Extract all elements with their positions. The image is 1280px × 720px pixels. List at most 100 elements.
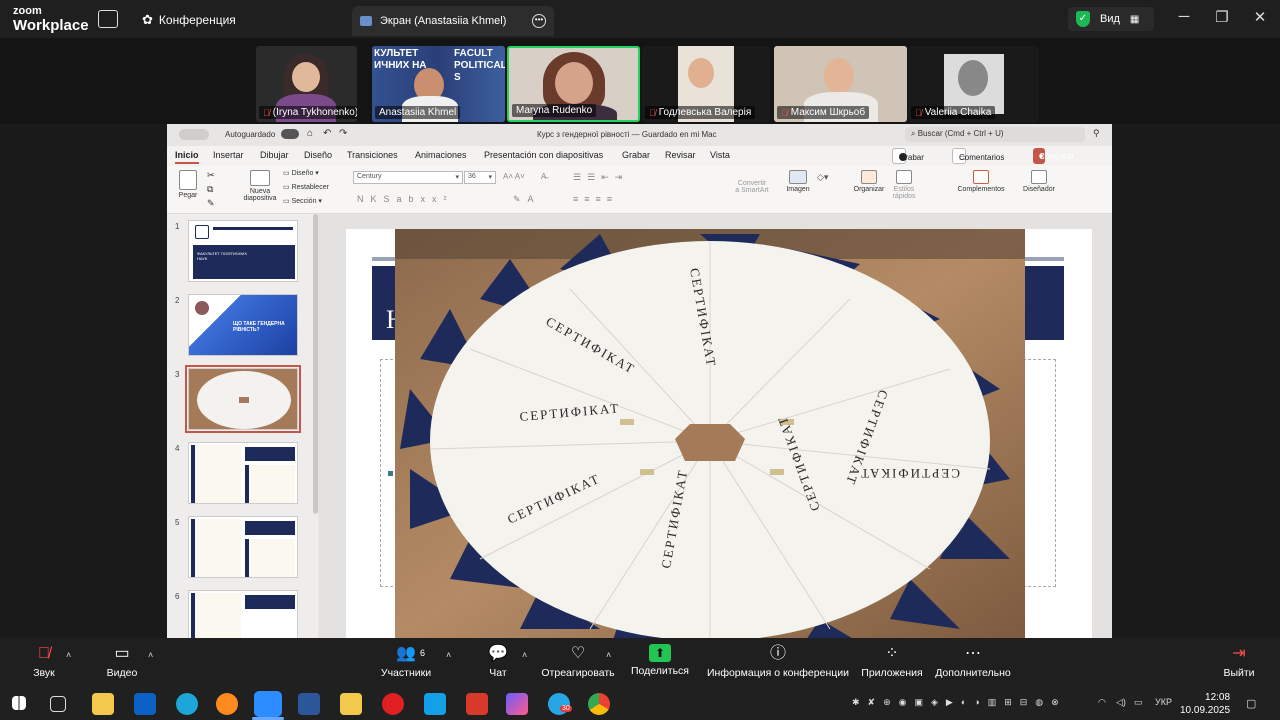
tray-icons[interactable]: ✱✘⊕◉▣◈▶◐◑▥⊞⊟◍⊗: [852, 697, 1067, 708]
chevron-up-icon[interactable]: ˄: [522, 650, 527, 660]
chevron-up-icon[interactable]: ˄: [148, 650, 153, 660]
restore-icon[interactable]: ❐: [1212, 8, 1232, 26]
font-size-select[interactable]: 36 ▾: [464, 171, 496, 184]
word-icon[interactable]: [298, 693, 320, 715]
conference-tab[interactable]: ✿ Конференция: [142, 12, 236, 28]
slide-thumbnail[interactable]: [188, 516, 298, 578]
text-format-icons[interactable]: NKSabxx²: [357, 194, 454, 204]
align-icons[interactable]: ≡≡≡≡: [573, 194, 618, 204]
record-button[interactable]: Grabar: [892, 148, 924, 164]
autosave-toggle[interactable]: [281, 129, 299, 139]
participant-tile-active-speaker[interactable]: Maryna Rudenko: [507, 46, 640, 122]
tab-revisar[interactable]: Revisar: [665, 150, 696, 160]
outlook-icon[interactable]: [134, 693, 156, 715]
tab-dibujar[interactable]: Dibujar: [260, 150, 289, 160]
task-view-icon[interactable]: [50, 696, 66, 712]
tab-presentacion[interactable]: Presentación con diapositivas: [484, 150, 603, 160]
redo-icon[interactable]: ↷: [339, 128, 347, 139]
opera-icon[interactable]: [382, 693, 404, 715]
minimize-icon[interactable]: ─: [1174, 8, 1194, 25]
image-button[interactable]: Imagen: [783, 170, 813, 193]
windows-start-icon[interactable]: [12, 696, 26, 710]
copy-icon[interactable]: ⧉: [207, 184, 213, 195]
slide-thumbnail[interactable]: [188, 442, 298, 504]
addins-button[interactable]: Complementos: [953, 170, 1009, 193]
tab-diseno[interactable]: Diseño: [304, 150, 332, 160]
tab-inicio[interactable]: Inicio: [175, 150, 199, 164]
clock[interactable]: 12:08 10.09.2025: [1180, 691, 1230, 717]
store-icon[interactable]: [92, 693, 114, 715]
slide-thumbnail[interactable]: [188, 590, 298, 638]
participant-tile[interactable]: 🎙̸ Максим Шкрьоб: [774, 46, 907, 122]
ribbon-tabs: Inicio Insertar Dibujar Diseño Transicio…: [167, 146, 1112, 166]
screen-share-tab[interactable]: Экран (Anastasiia Khmel) •••: [352, 6, 554, 36]
comments-button[interactable]: ▭ Comentarios: [952, 148, 1004, 164]
zoom-app-icon[interactable]: [254, 691, 282, 717]
search-box[interactable]: ⌕ Buscar (Cmd + Ctrl + U): [905, 127, 1085, 142]
leave-button[interactable]: ⇥ Выйти: [1222, 644, 1256, 679]
share-link-icon[interactable]: ⚲: [1093, 128, 1100, 139]
volume-icon[interactable]: ◁): [1116, 697, 1126, 708]
skype-icon[interactable]: [424, 693, 446, 715]
slide-thumbnail[interactable]: ЩО ТАКЕ ГЕНДЕРНА РІВНІСТЬ?: [188, 294, 298, 356]
video-button[interactable]: ▭ Видео: [104, 644, 140, 679]
apps-button[interactable]: ⁘ Приложения: [858, 644, 926, 679]
view-button[interactable]: ✓ Вид ▦: [1068, 7, 1154, 31]
font-grow-shrink-icons[interactable]: A˄ A˅: [503, 172, 525, 181]
chevron-up-icon[interactable]: ˄: [606, 650, 611, 660]
layout-button[interactable]: ▭ Diseño ▾: [283, 169, 319, 177]
reset-button[interactable]: ▭ Restablecer: [283, 183, 329, 191]
participant-tile[interactable]: 🎙̸ (Iryna Tykhonenko): [256, 46, 357, 122]
file-explorer-icon[interactable]: [340, 693, 362, 715]
tab-insertar[interactable]: Insertar: [213, 150, 244, 160]
chat-button[interactable]: 💬 Чат: [484, 644, 512, 679]
text-color-icons[interactable]: ✎A: [513, 194, 541, 205]
tab-vista[interactable]: Vista: [710, 150, 730, 160]
list-icons[interactable]: ☰☰⇤⇥: [573, 172, 628, 183]
cut-icon[interactable]: ✂: [207, 170, 215, 181]
slide-thumbnail[interactable]: ФАКУЛЬТЕТ ПОЛІТИЧНИХ НАУК: [188, 220, 298, 282]
meeting-info-button[interactable]: ⓘ Информация о конференции: [706, 644, 850, 679]
font-name-select[interactable]: Century ▾: [353, 171, 463, 184]
copilot-icon[interactable]: [506, 693, 528, 715]
participant-tile[interactable]: КУЛЬТЕТ ИЧНИХ НА FACULT POLITICAL S Anasta…: [372, 46, 505, 122]
format-painter-icon[interactable]: ✎: [207, 198, 215, 209]
home-icon[interactable]: ⌂: [307, 128, 313, 139]
more-options-icon[interactable]: •••: [532, 14, 546, 28]
shapes-icon[interactable]: ◇▾: [817, 172, 828, 183]
designer-button[interactable]: Diseñador: [1019, 170, 1059, 193]
react-button[interactable]: ♡ Отреагировать: [540, 644, 616, 679]
edge-icon[interactable]: [176, 693, 198, 715]
quick-styles-button[interactable]: Estilos rápidos: [887, 170, 921, 200]
section-button[interactable]: ▭ Sección ▾: [283, 197, 322, 205]
paste-button[interactable]: Pegar: [175, 170, 201, 199]
share-screen-button[interactable]: ⬆ Поделиться: [630, 644, 690, 677]
chrome-icon[interactable]: [588, 693, 610, 715]
participant-tile[interactable]: 🎙̸ Valeriia Chaika: [908, 46, 1039, 122]
slide-thumbnail-selected[interactable]: [185, 365, 301, 433]
tab-animaciones[interactable]: Animaciones: [415, 150, 467, 160]
audio-button[interactable]: 🎙̸ Звук: [30, 644, 58, 679]
chevron-up-icon[interactable]: ˄: [66, 650, 71, 660]
notification-icon[interactable]: ▢: [1246, 697, 1256, 710]
battery-icon[interactable]: ▭: [1134, 697, 1143, 708]
chevron-up-icon[interactable]: ˄: [446, 650, 451, 660]
tab-transiciones[interactable]: Transiciones: [347, 150, 398, 160]
more-button[interactable]: ⋯ Дополнительно: [934, 644, 1012, 679]
language-indicator[interactable]: УКР: [1155, 697, 1172, 707]
new-slide-button[interactable]: Nueva diapositiva: [237, 170, 283, 202]
wifi-icon[interactable]: ◠: [1098, 697, 1106, 708]
wps-icon[interactable]: [466, 693, 488, 715]
sidebar-toggle-icon[interactable]: [179, 129, 209, 140]
undo-icon[interactable]: ↶: [323, 128, 331, 139]
arrange-button[interactable]: Organizar: [851, 170, 887, 193]
participant-tile[interactable]: 🎙̸ Годлевська Валерія: [642, 46, 770, 122]
tab-grabar[interactable]: Grabar: [622, 150, 650, 160]
share-button[interactable]: ⇪ Compartir ▾: [1033, 148, 1074, 164]
firefox-icon[interactable]: [216, 693, 238, 715]
meeting-window-icon[interactable]: [98, 10, 118, 28]
participants-button[interactable]: 👥 Участники: [378, 644, 434, 679]
clear-format-icon[interactable]: A̶: [541, 172, 546, 181]
close-icon[interactable]: ✕: [1250, 8, 1270, 26]
convert-smartart-button[interactable]: Convertir a SmartArt: [727, 180, 777, 194]
